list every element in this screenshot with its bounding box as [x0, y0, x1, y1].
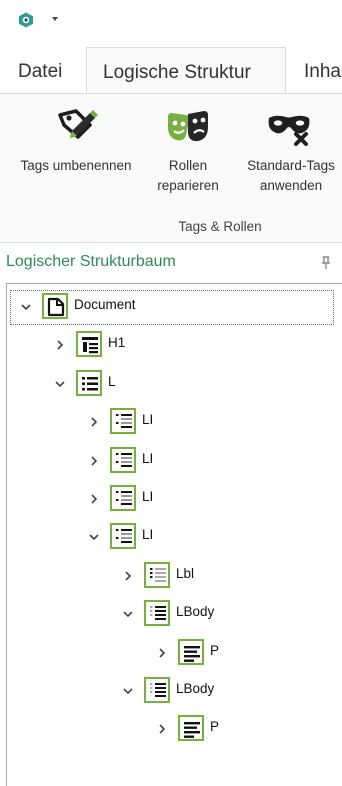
chevron-down-icon[interactable] — [54, 378, 66, 390]
ribbon-group-label: Tags & Rollen — [178, 219, 262, 234]
list-item-icon — [110, 446, 136, 473]
list-label-icon — [144, 561, 170, 588]
tree-node-label: H1 — [108, 335, 126, 351]
tree-node[interactable]: P — [0, 638, 330, 665]
quick-access-toolbar — [0, 0, 342, 40]
tab-inhalt[interactable]: Inha — [304, 47, 341, 94]
repair-roles-label-line2: reparieren — [157, 178, 219, 193]
tree-node-label: P — [210, 719, 220, 735]
paragraph-icon — [178, 715, 204, 742]
list-body-icon — [144, 677, 170, 703]
tree-node-label: LI — [142, 450, 154, 466]
repair-roles-label-line1: Rollen — [168, 158, 208, 173]
tab-logische-struktur[interactable]: Logische Struktur — [86, 47, 286, 95]
tree-node[interactable]: LI — [0, 408, 330, 435]
ribbon-tabs: Datei Logische Struktur Inha — [0, 47, 342, 95]
pin-icon[interactable] — [321, 256, 331, 270]
tree-node[interactable]: P — [0, 715, 330, 742]
tab-datei[interactable]: Datei — [18, 47, 62, 94]
chevron-right-icon[interactable] — [156, 723, 168, 735]
tree-node-label: P — [210, 642, 220, 658]
rename-tags-icon — [58, 109, 98, 139]
chevron-right-icon[interactable] — [88, 455, 100, 467]
tree-node[interactable]: Document — [0, 293, 330, 319]
heading-icon — [76, 331, 102, 358]
panel-title: Logischer Strukturbaum — [6, 253, 176, 270]
tree-node[interactable]: LBody — [0, 600, 330, 627]
apply-standard-tags-label-line1: Standard-Tags — [247, 158, 335, 173]
list-icon — [76, 369, 102, 396]
tree-node-label: LI — [142, 527, 154, 543]
list-item-icon — [110, 485, 136, 511]
tree-node-label: Lbl — [176, 565, 195, 581]
tree-node[interactable]: Lbl — [0, 561, 330, 588]
tree-node[interactable]: L — [0, 369, 330, 396]
ribbon-panel: Tags umbenennen Rollen reparieren Standa… — [0, 93, 342, 243]
tree-node-label: Document — [74, 297, 136, 312]
tree-node[interactable]: LI — [0, 523, 330, 550]
tree-node-label: LI — [142, 489, 154, 504]
repair-roles-icon — [168, 111, 208, 142]
chevron-down-icon[interactable] — [122, 608, 134, 620]
app-logo-icon[interactable] — [18, 12, 34, 28]
tree-node[interactable]: H1 — [0, 331, 330, 358]
chevron-down-icon[interactable] — [88, 531, 100, 543]
document-icon — [42, 293, 68, 319]
list-item-icon — [110, 408, 136, 435]
apply-standard-tags-label-line2: anwenden — [259, 178, 323, 193]
tree-node-label: LBody — [176, 604, 215, 620]
chevron-right-icon[interactable] — [88, 416, 100, 428]
chevron-down-icon[interactable] — [20, 301, 32, 313]
chevron-right-icon[interactable] — [54, 339, 66, 351]
chevron-down-icon[interactable] — [122, 685, 134, 697]
tree-node[interactable]: LBody — [0, 677, 330, 703]
apply-standard-tags-icon — [268, 115, 310, 146]
tree-node-label: LBody — [176, 681, 215, 696]
rename-tags-label: Tags umbenennen — [20, 158, 132, 173]
list-item-icon — [110, 523, 136, 550]
chevron-right-icon[interactable] — [122, 570, 134, 582]
paragraph-icon — [178, 638, 204, 665]
tree-node-label: L — [108, 373, 116, 389]
tree-node[interactable]: LI — [0, 446, 330, 473]
chevron-right-icon[interactable] — [156, 647, 168, 659]
chevron-down-icon[interactable] — [52, 17, 58, 21]
tree-node-label: LI — [142, 412, 154, 428]
chevron-right-icon[interactable] — [88, 493, 100, 505]
tree-node[interactable]: LI — [0, 485, 330, 511]
list-body-icon — [144, 600, 170, 627]
